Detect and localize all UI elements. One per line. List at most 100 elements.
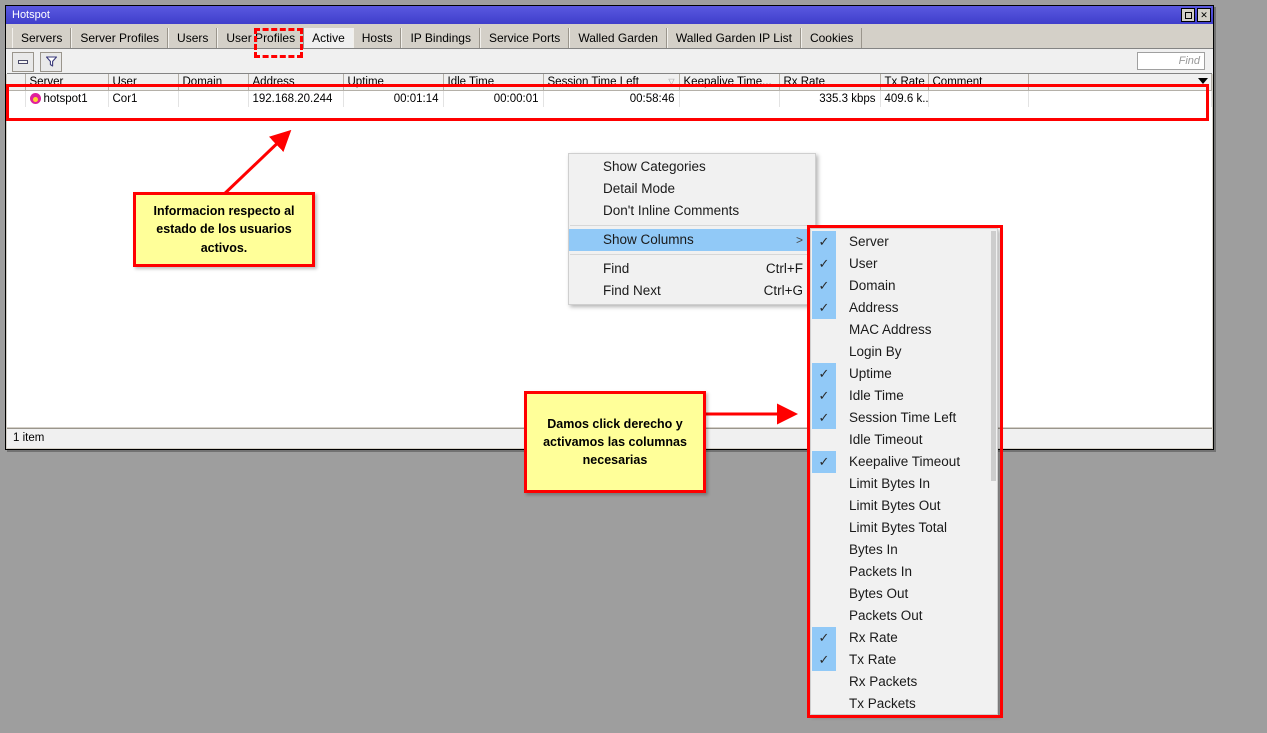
col-header-uptime[interactable]: Uptime (343, 74, 444, 91)
tab-cookies[interactable]: Cookies (800, 28, 863, 48)
submenu-item-idle-time[interactable]: ✓ Idle Time (811, 385, 997, 407)
submenu-item-bytes-out[interactable]: Bytes Out (811, 583, 997, 605)
menu-item-find-next[interactable]: Find Next Ctrl+G (569, 280, 815, 302)
table-header-row: Server User Domain Address Uptime Idle T… (7, 74, 1212, 91)
window-titlebar[interactable]: Hotspot ✕ (6, 6, 1213, 24)
submenu-item-limit-bytes-total[interactable]: Limit Bytes Total (811, 517, 997, 539)
tab-walled-garden-ip-list[interactable]: Walled Garden IP List (666, 28, 801, 48)
tab-hosts[interactable]: Hosts (352, 28, 402, 48)
col-header-domain[interactable]: Domain (178, 74, 249, 91)
context-menu: Show Categories Detail Mode Don't Inline… (568, 153, 816, 305)
submenu-item-user[interactable]: ✓ User (811, 253, 997, 275)
show-columns-submenu: ✓ Server ✓ User ✓ Domain ✓ Address MAC A… (810, 228, 998, 715)
submenu-item-limit-bytes-total-label: Limit Bytes Total (849, 520, 948, 535)
submenu-item-tx-packets[interactable]: Tx Packets (811, 693, 997, 715)
submenu-item-packets-in[interactable]: Packets In (811, 561, 997, 583)
col-header-spacer[interactable] (1028, 74, 1212, 91)
submenu-item-login-by[interactable]: Login By (811, 341, 997, 363)
check-icon: ✓ (812, 275, 836, 297)
submenu-item-address-label: Address (849, 300, 899, 315)
check-icon: ✓ (812, 363, 836, 385)
tab-server-profiles[interactable]: Server Profiles (71, 28, 169, 48)
callout-click-derecho: Damos click derecho y activamos las colu… (524, 391, 706, 493)
menu-item-find[interactable]: Find Ctrl+F (569, 258, 815, 280)
remove-button[interactable] (12, 51, 34, 72)
column-chooser-icon[interactable] (1198, 78, 1208, 84)
check-icon: ✓ (812, 407, 836, 429)
menu-item-show-columns[interactable]: Show Columns > (569, 229, 815, 251)
cell-domain (178, 90, 249, 107)
submenu-item-bytes-in[interactable]: Bytes In (811, 539, 997, 561)
tab-user-profiles[interactable]: User Profiles (217, 28, 305, 48)
submenu-scrollbar-thumb[interactable] (991, 231, 996, 482)
menu-item-find-accel: Ctrl+F (765, 261, 803, 276)
col-header-comment[interactable]: Comment (928, 74, 1029, 91)
submenu-item-address[interactable]: ✓ Address (811, 297, 997, 319)
maximize-icon (1184, 11, 1192, 19)
submenu-scrollbar[interactable] (991, 231, 996, 712)
check-icon: ✓ (812, 385, 836, 407)
screen: Hotspot ✕ Servers Server Profiles Users … (0, 0, 1267, 733)
submenu-item-tx-rate[interactable]: ✓ Tx Rate (811, 649, 997, 671)
submenu-item-mac-address[interactable]: MAC Address (811, 319, 997, 341)
tab-service-ports[interactable]: Service Ports (479, 28, 570, 48)
tab-active[interactable]: Active (304, 28, 353, 48)
menu-item-show-categories[interactable]: Show Categories (569, 156, 815, 178)
col-header-rx-rate[interactable]: Rx Rate (779, 74, 881, 91)
cell-rx-rate: 335.3 kbps (779, 90, 881, 107)
tab-servers[interactable]: Servers (12, 28, 72, 48)
menu-item-detail-mode[interactable]: Detail Mode (569, 178, 815, 200)
submenu-item-uptime[interactable]: ✓ Uptime (811, 363, 997, 385)
col-header-tx-rate[interactable]: Tx Rate (880, 74, 929, 91)
close-icon: ✕ (1200, 9, 1208, 20)
check-icon: ✓ (812, 253, 836, 275)
col-header-session-time-left[interactable]: Session Time Left ▽ (543, 74, 680, 91)
cell-spacer (1028, 90, 1212, 107)
submenu-item-keepalive-timeout[interactable]: ✓ Keepalive Timeout (811, 451, 997, 473)
cell-server-text: hotspot1 (43, 92, 88, 105)
col-header-idle-time[interactable]: Idle Time (443, 74, 544, 91)
submenu-item-server[interactable]: ✓ Server (811, 231, 997, 253)
cell-server: hotspot1 (25, 90, 109, 107)
submenu-item-rx-rate[interactable]: ✓ Rx Rate (811, 627, 997, 649)
submenu-item-limit-bytes-out[interactable]: Limit Bytes Out (811, 495, 997, 517)
row-selector[interactable] (7, 90, 26, 107)
submenu-item-packets-out[interactable]: Packets Out (811, 605, 997, 627)
col-header-user[interactable]: User (108, 74, 179, 91)
table-row[interactable]: hotspot1 Cor1 192.168.20.244 00:01:14 00… (7, 90, 1212, 107)
cell-tx-rate: 409.6 k... (880, 90, 929, 107)
close-button[interactable]: ✕ (1197, 8, 1211, 22)
menu-item-dont-inline-comments[interactable]: Don't Inline Comments (569, 200, 815, 222)
maximize-button[interactable] (1181, 8, 1195, 22)
col-header-keepalive-timeout[interactable]: Keepalive Time... (679, 74, 780, 91)
sort-desc-icon: ▽ (668, 77, 675, 86)
cell-comment (928, 90, 1029, 107)
submenu-item-bytes-out-label: Bytes Out (849, 586, 909, 601)
submenu-item-rx-packets[interactable]: Rx Packets (811, 671, 997, 693)
find-input[interactable]: Find (1137, 52, 1205, 70)
callout-informacion-usuarios: Informacion respecto al estado de los us… (133, 192, 315, 267)
submenu-item-bytes-in-label: Bytes In (849, 542, 898, 557)
tab-ip-bindings[interactable]: IP Bindings (401, 28, 480, 48)
menu-item-find-next-label: Find Next (603, 283, 661, 298)
submenu-item-domain[interactable]: ✓ Domain (811, 275, 997, 297)
col-header-server[interactable]: Server (25, 74, 109, 91)
check-icon: ✓ (812, 649, 836, 671)
cell-session-time-left: 00:58:46 (543, 90, 680, 107)
menu-separator (570, 254, 814, 255)
menu-item-find-next-accel: Ctrl+G (763, 283, 803, 298)
callout-2-text: Damos click derecho y activamos las colu… (543, 416, 687, 468)
submenu-item-rx-packets-label: Rx Packets (849, 674, 918, 689)
tab-users[interactable]: Users (168, 28, 218, 48)
submenu-item-idle-timeout[interactable]: Idle Timeout (811, 429, 997, 451)
filter-button[interactable] (40, 51, 62, 72)
submenu-item-session-time-left[interactable]: ✓ Session Time Left (811, 407, 997, 429)
submenu-item-limit-bytes-in[interactable]: Limit Bytes In (811, 473, 997, 495)
tab-walled-garden[interactable]: Walled Garden (569, 28, 667, 48)
select-all-header[interactable] (7, 74, 26, 91)
submenu-item-uptime-label: Uptime (849, 366, 892, 381)
chevron-right-icon: > (795, 233, 803, 247)
tab-bar: Servers Server Profiles Users User Profi… (6, 24, 1213, 48)
col-header-address[interactable]: Address (248, 74, 344, 91)
check-icon: ✓ (812, 231, 836, 253)
